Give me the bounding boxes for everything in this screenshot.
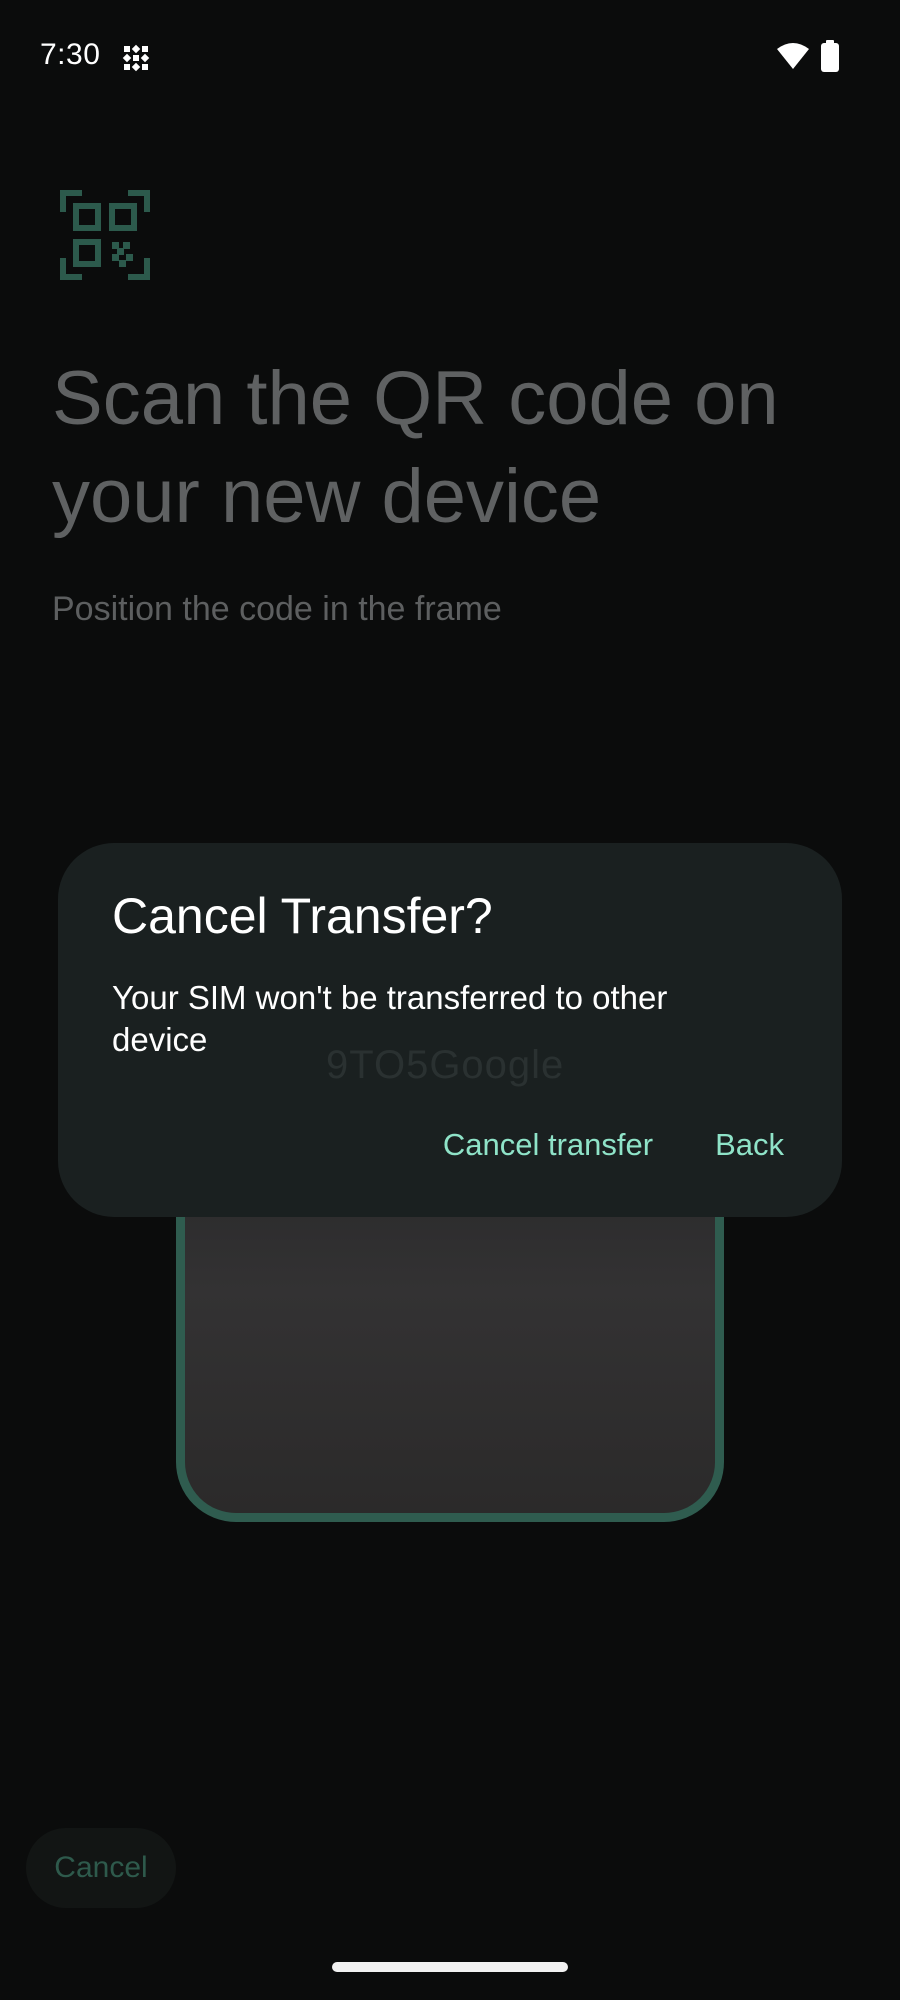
battery-icon [821,40,839,72]
screen: 7:30 Scan the QR code on your new device… [0,0,900,2000]
cancel-transfer-button[interactable]: Cancel transfer [443,1127,653,1163]
dialog-title: Cancel Transfer? [112,888,493,944]
back-button[interactable]: Back [715,1127,784,1163]
watermark: 9TO5Google [326,1043,565,1087]
status-time: 7:30 [40,38,101,71]
status-bar: 7:30 [0,0,900,112]
cancel-transfer-dialog: Cancel Transfer? Your SIM won't be trans… [58,843,842,1217]
page-subtitle: Position the code in the frame [52,590,502,628]
page-title: Scan the QR code on your new device [52,356,779,539]
notification-icon [122,44,150,72]
home-indicator[interactable] [332,1962,568,1972]
qr-code-icon [60,190,150,280]
cancel-button[interactable]: Cancel [26,1828,176,1908]
wifi-icon [777,43,809,69]
dialog-actions: Cancel transfer Back [443,1127,784,1163]
